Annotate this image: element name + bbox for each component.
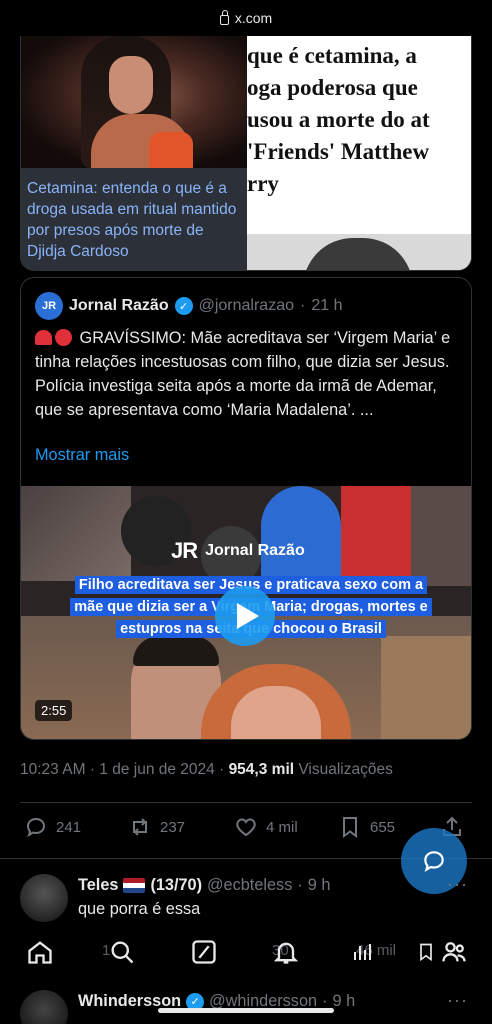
reply-header: Teles (13/70) @ecbteless · 9 h bbox=[78, 876, 330, 895]
author-name[interactable]: Jornal Razão bbox=[69, 297, 169, 315]
bookmark-ghost bbox=[416, 938, 436, 971]
address-bar[interactable]: x.com bbox=[0, 0, 492, 36]
repost-count: 237 bbox=[160, 818, 186, 836]
video-player[interactable]: JR Jornal Razão Filho acreditava ser Jes… bbox=[21, 486, 471, 739]
reply-text: que porra é essa bbox=[78, 900, 201, 918]
url-text: x.com bbox=[234, 10, 273, 26]
separator-dot: · bbox=[89, 761, 100, 778]
bar-chart-icon bbox=[354, 944, 371, 960]
news-right-panel[interactable]: que é cetamina, a oga poderosa que usou … bbox=[247, 36, 471, 270]
reply-time[interactable]: 9 h bbox=[308, 876, 331, 895]
separator-dot: · bbox=[219, 761, 229, 778]
search-tab[interactable] bbox=[108, 938, 136, 971]
reply-icon bbox=[26, 817, 46, 838]
notifications-tab[interactable] bbox=[272, 938, 300, 971]
reply-item[interactable]: Teles (13/70) @ecbteless · 9 h que porra… bbox=[20, 874, 472, 924]
heart-icon bbox=[236, 818, 256, 837]
news-headline: que é cetamina, a oga poderosa que usou … bbox=[247, 43, 430, 196]
views-label: Visualizações bbox=[298, 761, 393, 778]
bookmark-button[interactable]: 655 bbox=[338, 815, 395, 839]
like-count: 4 mil bbox=[266, 818, 298, 836]
tweet-date[interactable]: 1 de jun de 2024 bbox=[99, 761, 215, 778]
red-circle-emoji-icon bbox=[55, 329, 72, 346]
home-tab[interactable] bbox=[26, 938, 54, 971]
reply-plus-icon bbox=[424, 851, 444, 873]
like-button[interactable]: 4 mil bbox=[234, 815, 298, 839]
video-brand-watermark: JR Jornal Razão bbox=[171, 538, 305, 563]
news-left-panel[interactable]: Cetamina: entenda o que é a droga usada … bbox=[21, 36, 247, 270]
views-icon-ghost bbox=[350, 938, 374, 971]
author-name[interactable]: Teles bbox=[78, 876, 118, 895]
netherlands-flag-icon bbox=[123, 878, 146, 893]
author-badge-text: (13/70) bbox=[150, 876, 203, 894]
bookmark-count: 655 bbox=[370, 818, 396, 836]
bottom-nav-bar: 1 30 46 mil bbox=[0, 928, 492, 976]
repost-button[interactable]: 237 bbox=[128, 815, 185, 839]
grok-icon bbox=[192, 940, 216, 964]
views-count: 954,3 mil bbox=[228, 761, 295, 778]
siren-emoji-icon bbox=[35, 330, 52, 345]
search-icon bbox=[111, 941, 134, 964]
quoted-tweet-text: GRAVÍSSIMO: Mãe acreditava ser ‘Virgem M… bbox=[35, 329, 451, 419]
repost-icon bbox=[133, 818, 147, 836]
communities-tab[interactable] bbox=[440, 938, 468, 971]
bookmark-icon bbox=[420, 943, 432, 962]
news-media-card[interactable]: Cetamina: entenda o que é a droga usada … bbox=[20, 36, 472, 271]
lock-icon bbox=[219, 10, 229, 25]
avatar[interactable] bbox=[20, 990, 68, 1024]
avatar[interactable]: JR bbox=[35, 292, 63, 320]
show-more-link[interactable]: Mostrar mais bbox=[35, 446, 129, 465]
reply-item[interactable]: Whindersson ✓ @whindersson · 9 h ··· bbox=[20, 990, 472, 1024]
home-icon bbox=[28, 941, 52, 964]
news-photo-man bbox=[247, 234, 471, 270]
bell-icon bbox=[273, 942, 299, 964]
separator-dot: · bbox=[300, 297, 306, 314]
reply-time[interactable]: 9 h bbox=[332, 992, 355, 1011]
verified-badge-icon: ✓ bbox=[174, 297, 193, 315]
author-handle[interactable]: @jornalrazao bbox=[199, 297, 294, 315]
people-icon bbox=[442, 942, 466, 962]
tweet-time[interactable]: 21 h bbox=[311, 297, 342, 315]
separator-dot: · bbox=[297, 876, 303, 894]
more-options-icon[interactable]: ··· bbox=[447, 990, 468, 1011]
bookmark-icon bbox=[343, 817, 357, 838]
author-handle[interactable]: @ecbteless bbox=[207, 876, 292, 895]
tweet-actions: 241 237 4 mil 655 bbox=[20, 815, 472, 849]
avatar[interactable] bbox=[20, 874, 68, 922]
home-indicator[interactable] bbox=[158, 1008, 334, 1013]
play-button[interactable] bbox=[215, 586, 275, 646]
news-caption: Cetamina: entenda o que é a droga usada … bbox=[21, 168, 247, 270]
tweet-timestamp[interactable]: 10:23 AM bbox=[20, 761, 86, 778]
quoted-tweet[interactable]: JR Jornal Razão ✓ @jornalrazao · 21 h GR… bbox=[20, 277, 472, 740]
video-duration: 2:55 bbox=[35, 700, 73, 721]
reply-button[interactable]: 241 bbox=[24, 815, 81, 839]
grok-tab[interactable] bbox=[190, 938, 218, 971]
divider bbox=[20, 802, 472, 803]
quoted-tweet-header: JR Jornal Razão ✓ @jornalrazao · 21 h bbox=[35, 292, 342, 320]
tweet-meta: 10:23 AM · 1 de jun de 2024 · 954,3 mil … bbox=[20, 761, 393, 779]
news-photo-woman bbox=[21, 36, 247, 168]
reply-count: 241 bbox=[56, 818, 82, 836]
more-options-icon[interactable]: ··· bbox=[447, 874, 468, 895]
